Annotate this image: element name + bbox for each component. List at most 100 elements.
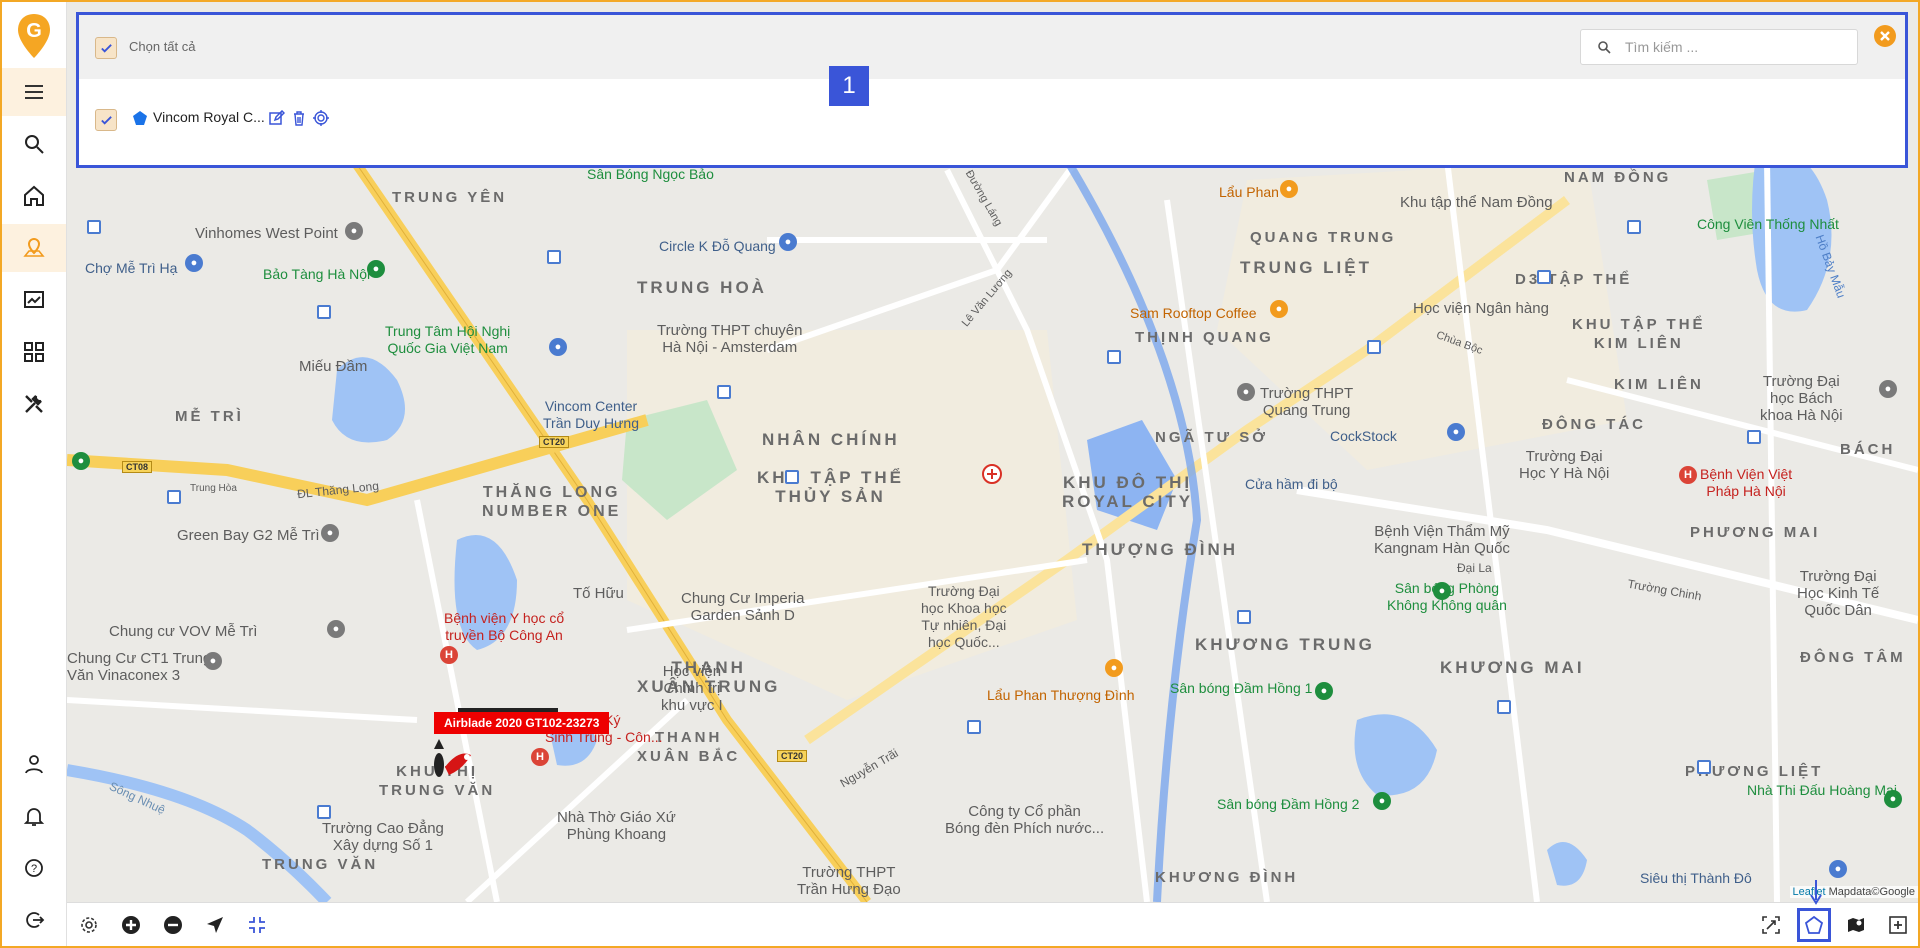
- user-icon: [25, 755, 43, 774]
- poi-label: Bệnh Viện Việt Pháp Hà Nội: [1700, 466, 1793, 499]
- poi-label: Trường THPT Quang Trung: [1260, 385, 1354, 419]
- poi-label: Sân bóng Đầm Hồng 2: [1217, 796, 1360, 812]
- poi-label: Bệnh Viện Thẩm Mỹ Kangnam Hàn Quốc: [1374, 523, 1510, 557]
- poi-pin[interactable]: ●: [327, 620, 345, 638]
- delete-icon[interactable]: [291, 110, 307, 126]
- poi-pin[interactable]: ●: [1447, 423, 1465, 441]
- geofence-panel: Chọn tất cả Tìm kiếm ... 1 Vincom Royal …: [76, 12, 1908, 168]
- poi-pin[interactable]: ●: [1884, 790, 1902, 808]
- poi-label: Trường Đại học Khoa học Tự nhiên, Đại họ…: [921, 583, 1007, 650]
- poi-pin[interactable]: ●: [549, 338, 567, 356]
- map-pin-icon: [23, 237, 45, 257]
- edit-icon[interactable]: [269, 110, 285, 126]
- poi-pin[interactable]: ●: [204, 652, 222, 670]
- geofence-name[interactable]: Vincom Royal C...: [153, 109, 265, 125]
- search-button[interactable]: [2, 120, 66, 168]
- poi-pin[interactable]: ●: [345, 222, 363, 240]
- locate-target-icon[interactable]: [313, 110, 329, 126]
- row-checkbox[interactable]: [95, 109, 117, 131]
- zoom-out-button[interactable]: [159, 911, 187, 939]
- draw-polygon-button[interactable]: [1797, 908, 1831, 942]
- locate-button[interactable]: [201, 911, 229, 939]
- poi-pin[interactable]: ●: [321, 524, 339, 542]
- polygon-icon: [133, 111, 147, 125]
- poi-label: Nhà Thi Đấu Hoàng Mai: [1747, 782, 1897, 798]
- home-button[interactable]: [2, 172, 66, 220]
- poi-pin[interactable]: ●: [1433, 582, 1451, 600]
- area-label: PHƯƠNG MAI: [1690, 524, 1821, 541]
- bus-stop-marker: [1367, 340, 1381, 354]
- poi-pin[interactable]: ●: [185, 254, 203, 272]
- check-icon: [100, 115, 112, 125]
- step-badge: 1: [829, 66, 869, 106]
- map-layers-button[interactable]: [1842, 911, 1870, 939]
- logout-button[interactable]: [2, 896, 66, 944]
- poi-label: Siêu thị Thành Đô: [1640, 870, 1752, 886]
- zoom-in-button[interactable]: [117, 911, 145, 939]
- tools-button[interactable]: [2, 380, 66, 428]
- area-label: KHU ĐÔ THỊ ROYAL CITY: [1062, 473, 1194, 511]
- area-label: KHU TẬP THỂ THỦY SẢN: [757, 468, 904, 506]
- motorbike-icon[interactable]: [427, 735, 477, 781]
- notification-button[interactable]: [2, 792, 66, 840]
- poi-label: Chung Cư Imperia Garden Sảnh D: [681, 590, 805, 624]
- add-button[interactable]: [1884, 911, 1912, 939]
- poi-pin[interactable]: ●: [1237, 383, 1255, 401]
- bus-stop-marker: [1537, 270, 1551, 284]
- poi-label: Chung cư VOV Mễ Trì: [109, 623, 258, 640]
- menu-button[interactable]: [2, 68, 66, 116]
- collapse-button[interactable]: [243, 911, 271, 939]
- select-all-label: Chọn tất cả: [129, 39, 196, 54]
- arrow-down-indicator: [1810, 880, 1822, 905]
- poi-pin[interactable]: H: [531, 748, 549, 766]
- settings-button[interactable]: [75, 911, 103, 939]
- poi-pin[interactable]: ●: [1270, 300, 1288, 318]
- poi-label: Bảo Tàng Hà Nội: [263, 266, 371, 282]
- area-label: KIM LIÊN: [1614, 376, 1704, 393]
- poi-label: Trường THPT Trần Hưng Đạo: [797, 864, 901, 898]
- home-icon: [24, 185, 44, 206]
- poi-pin[interactable]: ●: [367, 260, 385, 278]
- road-shield: CT08: [122, 461, 153, 473]
- area-label: D3 TẬP THỂ: [1515, 271, 1633, 288]
- poi-pin[interactable]: ●: [1373, 792, 1391, 810]
- area-label: KHƯƠNG TRUNG: [1195, 635, 1375, 654]
- user-button[interactable]: [2, 740, 66, 788]
- area-label: ĐÔNG TÂM: [1800, 649, 1906, 666]
- app-logo[interactable]: G: [16, 12, 52, 60]
- area-label: TRUNG LIỆT: [1240, 258, 1372, 277]
- check-icon: [100, 43, 112, 53]
- poi-label: Sân Bóng Ngọc Bảo: [587, 166, 714, 182]
- poi-pin[interactable]: ●: [1879, 380, 1897, 398]
- poi-label: Công Viên Thống Nhất: [1697, 216, 1839, 232]
- poi-pin[interactable]: ●: [1105, 659, 1123, 677]
- apps-button[interactable]: [2, 328, 66, 376]
- bus-stop-marker: [1627, 220, 1641, 234]
- map-pin-button[interactable]: [2, 224, 66, 272]
- close-button[interactable]: [1874, 25, 1896, 47]
- area-label: KHƯƠNG ĐÌNH: [1155, 869, 1299, 886]
- poi-pin[interactable]: ●: [1315, 682, 1333, 700]
- poi-pin[interactable]: ●: [1829, 860, 1847, 878]
- menu-icon: [25, 85, 43, 99]
- report-button[interactable]: [2, 276, 66, 324]
- polygon-icon: [1804, 915, 1824, 934]
- poi-pin[interactable]: ●: [1280, 180, 1298, 198]
- help-button[interactable]: ?: [2, 844, 66, 892]
- bell-icon: [23, 808, 45, 826]
- fit-bounds-button[interactable]: [1757, 911, 1785, 939]
- poi-label: Trường THPT chuyên Hà Nội - Amsterdam: [657, 322, 803, 356]
- search-box[interactable]: Tìm kiếm ...: [1580, 29, 1858, 65]
- area-label: NAM ĐỒNG: [1564, 169, 1672, 186]
- area-label: NGÃ TƯ SỞ: [1155, 429, 1269, 446]
- bus-stop-marker: [87, 220, 101, 234]
- area-label: KHU TẬP THỂ KIM LIÊN: [1572, 316, 1706, 352]
- select-all-checkbox[interactable]: [95, 37, 117, 59]
- poi-pin[interactable]: H: [1679, 466, 1697, 484]
- area-label: TRUNG VĂN: [262, 856, 379, 873]
- poi-pin[interactable]: ●: [72, 452, 90, 470]
- poi-label: Lẩu Phan Thượng Đình: [987, 687, 1135, 703]
- vehicle-label[interactable]: Airblade 2020 GT102-23273: [434, 708, 610, 734]
- poi-pin[interactable]: H: [440, 646, 458, 664]
- poi-pin[interactable]: ●: [779, 233, 797, 251]
